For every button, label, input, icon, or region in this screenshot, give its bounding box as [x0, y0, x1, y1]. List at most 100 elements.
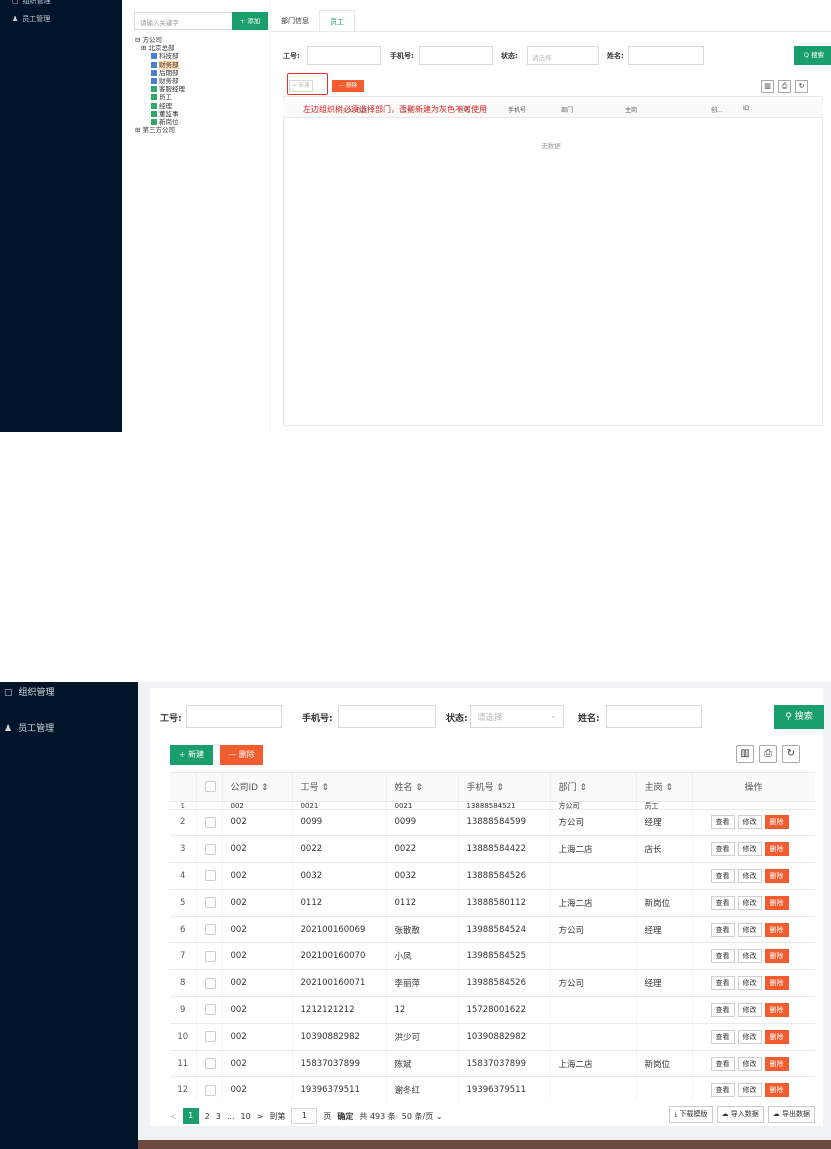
- view-button[interactable]: 查看: [710, 1002, 735, 1017]
- row-checkbox[interactable]: [204, 816, 216, 828]
- tree-node[interactable]: 经理: [135, 102, 185, 110]
- tree-node[interactable]: 财务部: [135, 77, 185, 85]
- row-select[interactable]: [196, 1050, 223, 1078]
- sidebar-item-employee[interactable]: ♟ 员工管理: [0, 10, 122, 28]
- view-button[interactable]: 查看: [710, 976, 735, 991]
- view-button[interactable]: 查看: [710, 815, 735, 830]
- refresh-icon[interactable]: ↻: [782, 745, 800, 763]
- row-select[interactable]: [196, 996, 223, 1024]
- status-select[interactable]: 请选择 ⌄: [470, 705, 564, 728]
- print-icon[interactable]: ⎙: [778, 80, 791, 93]
- row-checkbox[interactable]: [204, 950, 216, 962]
- edit-button[interactable]: 修改: [737, 842, 762, 857]
- col-header[interactable]: ID: [743, 105, 749, 112]
- tree-node[interactable]: 财务部: [135, 60, 185, 69]
- edit-button[interactable]: 修改: [737, 976, 762, 991]
- view-button[interactable]: 查看: [710, 895, 735, 910]
- edit-button[interactable]: 修改: [737, 1056, 762, 1071]
- row-select[interactable]: [196, 809, 223, 837]
- view-button[interactable]: 查看: [710, 1029, 735, 1044]
- tree-node[interactable]: 科技部: [135, 52, 185, 60]
- prev-page-button[interactable]: <: [170, 1112, 177, 1121]
- edit-button[interactable]: 修改: [737, 922, 762, 937]
- col-header[interactable]: 主岗: [625, 105, 637, 114]
- row-checkbox[interactable]: [204, 1004, 216, 1016]
- next-page-button[interactable]: >: [257, 1112, 264, 1121]
- row-delete-button[interactable]: 删除: [764, 1002, 789, 1017]
- col-name[interactable]: 姓名 ⇕: [386, 773, 459, 802]
- tree-node[interactable]: 员工: [135, 93, 185, 101]
- tree-node[interactable]: ⊞ 第三方公司: [135, 126, 185, 134]
- edit-button[interactable]: 修改: [737, 1029, 762, 1044]
- row-delete-button[interactable]: 删除: [764, 815, 789, 830]
- view-button[interactable]: 查看: [710, 1083, 735, 1098]
- edit-button[interactable]: 修改: [737, 868, 762, 883]
- delete-button[interactable]: — 删除: [220, 745, 263, 765]
- row-select[interactable]: [196, 969, 223, 998]
- col-header[interactable]: 手机号: [508, 105, 526, 114]
- status-select[interactable]: 请选择: [527, 46, 599, 65]
- row-delete-button[interactable]: 删除: [764, 1029, 789, 1044]
- col-header[interactable]: 部门: [561, 105, 573, 114]
- page-link[interactable]: 10: [241, 1112, 251, 1121]
- page-current[interactable]: 1: [182, 1108, 199, 1124]
- row-delete-button[interactable]: 删除: [764, 895, 789, 910]
- row-delete-button[interactable]: 删除: [764, 1083, 789, 1098]
- page-ellipsis[interactable]: ...: [227, 1112, 235, 1121]
- col-header[interactable]: 创...: [711, 105, 723, 114]
- row-select[interactable]: [196, 942, 223, 971]
- search-button[interactable]: Q 搜索: [794, 46, 831, 65]
- row-select[interactable]: [196, 862, 223, 890]
- row-select[interactable]: [196, 889, 223, 917]
- row-select[interactable]: [196, 1076, 223, 1102]
- row-checkbox[interactable]: [204, 1084, 216, 1096]
- columns-icon[interactable]: ▥: [736, 745, 754, 763]
- col-main-post[interactable]: 主岗 ⇕: [636, 773, 693, 802]
- import-data-button[interactable]: ☁ 导入数据: [716, 1106, 764, 1123]
- page-size-select[interactable]: 50 条/页 ⌄: [402, 1111, 443, 1122]
- col-emp-no[interactable]: 工号 ⇕: [292, 773, 387, 802]
- phone-input[interactable]: [338, 705, 436, 728]
- phone-input[interactable]: [419, 46, 493, 65]
- row-delete-button[interactable]: 删除: [764, 842, 789, 857]
- row-select[interactable]: [196, 1023, 223, 1051]
- col-phone[interactable]: 手机号 ⇕: [458, 773, 551, 802]
- view-button[interactable]: 查看: [710, 922, 735, 937]
- name-input[interactable]: [628, 46, 704, 65]
- row-delete-button[interactable]: 删除: [764, 976, 789, 991]
- tree-node[interactable]: 客服经理: [135, 85, 185, 93]
- row-delete-button[interactable]: 删除: [764, 949, 789, 964]
- tree-add-button[interactable]: + 添加: [232, 12, 268, 30]
- tab-dept-info[interactable]: 部门信息: [271, 10, 319, 32]
- view-button[interactable]: 查看: [710, 949, 735, 964]
- sidebar-item-org[interactable]: ▢ 组织管理: [0, 682, 138, 704]
- row-checkbox[interactable]: [204, 924, 216, 936]
- row-delete-button[interactable]: 删除: [764, 1056, 789, 1071]
- search-button[interactable]: ⚲ 搜索: [774, 705, 824, 729]
- page-link[interactable]: 3: [216, 1112, 221, 1121]
- col-company-id[interactable]: 公司ID ⇕: [222, 773, 293, 802]
- sidebar-item-org[interactable]: ▢ 组织管理: [0, 0, 122, 10]
- sidebar-item-employee[interactable]: ♟ 员工管理: [0, 718, 138, 740]
- row-checkbox[interactable]: [204, 977, 216, 989]
- row-checkbox[interactable]: [204, 870, 216, 882]
- emp-no-input[interactable]: [186, 705, 282, 728]
- row-checkbox[interactable]: [204, 897, 216, 909]
- row-checkbox[interactable]: [204, 843, 216, 855]
- export-data-button[interactable]: ☁ 导出数据: [767, 1106, 815, 1123]
- edit-button[interactable]: 修改: [737, 1002, 762, 1017]
- row-checkbox[interactable]: [204, 1058, 216, 1070]
- new-button[interactable]: + 新建: [170, 745, 213, 765]
- row-checkbox[interactable]: [204, 1031, 216, 1043]
- select-all-checkbox[interactable]: [204, 781, 216, 793]
- tree-node[interactable]: ⊟ 方公司: [135, 36, 185, 44]
- tree-node[interactable]: 新岗位: [135, 118, 185, 126]
- tree-node[interactable]: 后期部: [135, 69, 185, 77]
- tree-node[interactable]: 董监事: [135, 110, 185, 118]
- print-icon[interactable]: ⎙: [759, 745, 777, 763]
- edit-button[interactable]: 修改: [737, 1083, 762, 1098]
- row-select[interactable]: [196, 916, 223, 944]
- row-delete-button[interactable]: 删除: [764, 922, 789, 937]
- page-link[interactable]: 2: [205, 1112, 210, 1121]
- row-delete-button[interactable]: 删除: [764, 868, 789, 883]
